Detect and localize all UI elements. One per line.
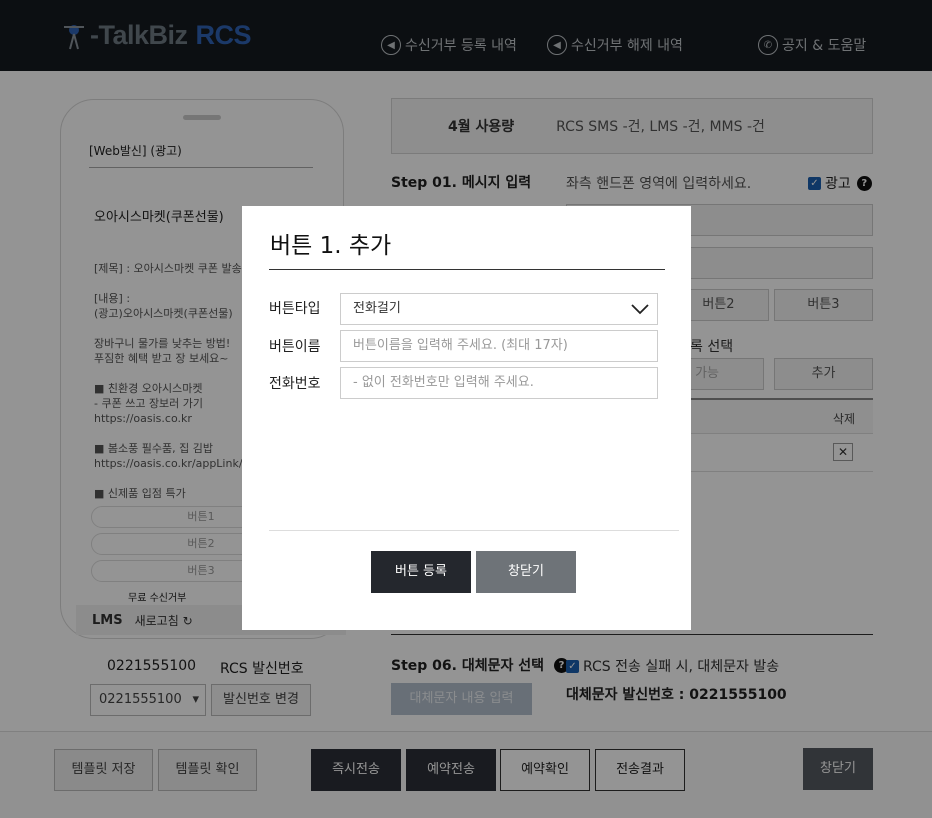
button-type-select[interactable]: 전화걸기 xyxy=(340,293,658,325)
button-type-value: 전화걸기 xyxy=(353,301,401,316)
add-button-modal: 버튼 1. 추가 버튼타입 전화걸기 버튼이름 버튼이름을 입력해 주세요. (… xyxy=(242,206,691,630)
modal-close-button[interactable]: 창닫기 xyxy=(476,551,576,593)
register-button[interactable]: 버튼 등록 xyxy=(371,551,471,593)
phone-number-label: 전화번호 xyxy=(269,376,321,392)
modal-title-divider xyxy=(269,269,665,270)
button-type-label: 버튼타입 xyxy=(269,301,321,317)
button-name-input[interactable]: 버튼이름을 입력해 주세요. (최대 17자) xyxy=(340,330,658,362)
modal-title: 버튼 1. 추가 xyxy=(270,233,392,259)
button-name-label: 버튼이름 xyxy=(269,339,321,355)
phone-number-input[interactable]: - 없이 전화번호만 입력해 주세요. xyxy=(340,367,658,399)
chevron-down-icon xyxy=(631,304,649,315)
modal-footer-divider xyxy=(269,530,679,531)
